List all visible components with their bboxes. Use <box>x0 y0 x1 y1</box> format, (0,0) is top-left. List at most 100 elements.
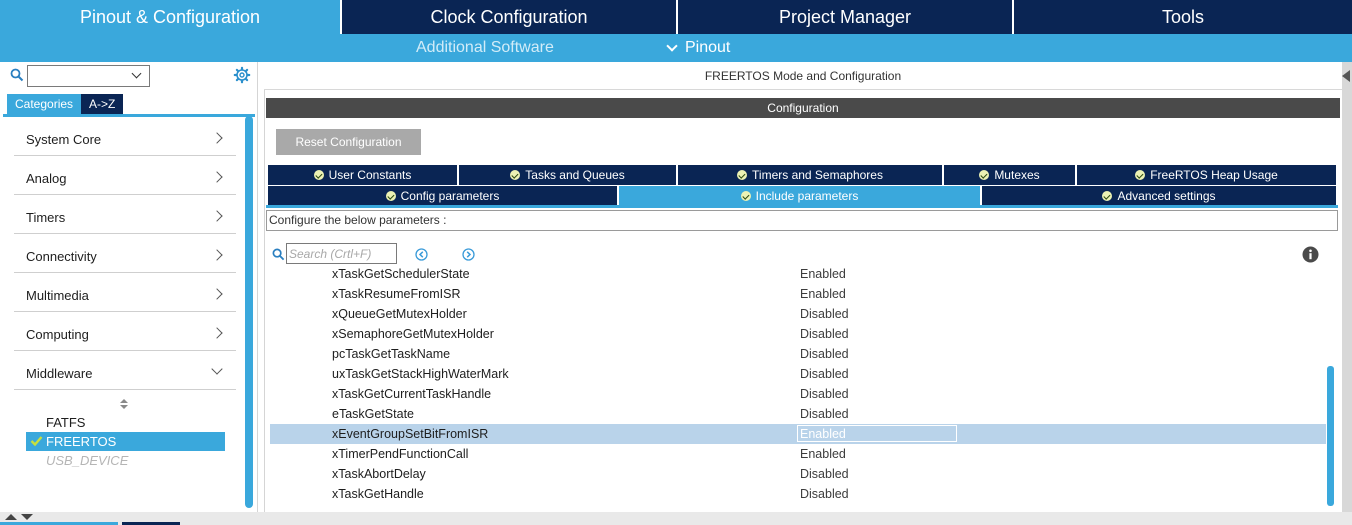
middleware-item-fatfs[interactable]: FATFS <box>26 413 225 432</box>
category-middleware[interactable]: Middleware <box>14 351 236 390</box>
parameter-row[interactable]: uxTaskGetStackHighWaterMark Disabled <box>270 364 1326 384</box>
tab-categories[interactable]: Categories <box>7 94 82 114</box>
parameter-value[interactable]: Disabled <box>800 367 849 381</box>
parameter-scrollbar[interactable] <box>1327 366 1334 506</box>
parameter-row[interactable]: xTaskGetCurrentTaskHandle Disabled <box>270 384 1326 404</box>
collapse-arrow-icon[interactable] <box>1342 70 1350 82</box>
reset-configuration-button[interactable]: Reset Configuration <box>276 129 421 155</box>
sort-icon[interactable] <box>119 398 129 410</box>
category-label: Connectivity <box>26 249 97 264</box>
parameter-name: eTaskGetState <box>332 407 414 421</box>
middleware-item-freertos[interactable]: FREERTOS <box>26 432 225 451</box>
info-icon[interactable] <box>1302 246 1319 263</box>
top-tab-bar: Pinout & Configuration Clock Configurati… <box>0 0 1352 34</box>
parameter-row[interactable]: xSemaphoreGetMutexHolder Disabled <box>270 324 1326 344</box>
additional-software-menu[interactable]: Additional Software <box>416 34 554 62</box>
parameter-row[interactable]: xTaskGetSchedulerState Enabled <box>270 264 1326 284</box>
category-label: Analog <box>26 171 67 186</box>
parameter-value[interactable]: Disabled <box>800 387 849 401</box>
left-scrollbar[interactable] <box>245 116 253 508</box>
check-icon <box>30 436 43 447</box>
tab-advanced-settings[interactable]: Advanced settings <box>982 186 1336 206</box>
check-icon <box>737 170 748 180</box>
parameter-row[interactable]: xTaskResumeFromISR Enabled <box>270 284 1326 304</box>
parameter-value[interactable]: Enabled <box>800 267 846 281</box>
parameter-search-input[interactable] <box>286 243 397 264</box>
category-list: System Core Analog Timers Connectivity M… <box>14 117 236 390</box>
parameter-name: xTaskResumeFromISR <box>332 287 461 301</box>
tab-clock-configuration[interactable]: Clock Configuration <box>342 0 678 34</box>
parameter-value[interactable]: Enabled <box>800 287 846 301</box>
chevron-right-icon <box>211 288 223 300</box>
circle-chevron-right-icon[interactable] <box>462 248 475 261</box>
tab-user-constants[interactable]: User Constants <box>268 165 459 185</box>
tab-freertos-heap-usage[interactable]: FreeRTOS Heap Usage <box>1077 165 1336 185</box>
parameter-value[interactable]: Disabled <box>800 467 849 481</box>
category-label: Computing <box>26 327 89 342</box>
parameter-value[interactable]: Disabled <box>800 407 849 421</box>
parameter-row-selected[interactable]: xEventGroupSetBitFromISR Enabled <box>270 424 1326 444</box>
tab-config-parameters[interactable]: Config parameters <box>268 186 619 206</box>
parameter-name: xTaskAbortDelay <box>332 467 426 481</box>
check-icon <box>1135 170 1146 180</box>
chevron-down-icon <box>666 40 678 52</box>
middleware-item-label: FATFS <box>46 415 86 430</box>
tab-label: User Constants <box>328 168 412 182</box>
parameter-value[interactable]: Disabled <box>800 347 849 361</box>
tab-project-manager[interactable]: Project Manager <box>678 0 1014 34</box>
middleware-item-label: USB_DEVICE <box>46 453 129 468</box>
category-timers[interactable]: Timers <box>14 195 236 234</box>
category-label: System Core <box>26 132 102 147</box>
parameter-name: xTaskGetHandle <box>332 487 424 501</box>
chevron-down-icon <box>211 363 223 375</box>
sub-menu-bar: Additional Software Pinout <box>0 34 1352 62</box>
middleware-item-usb-device[interactable]: USB_DEVICE <box>26 451 225 470</box>
parameter-row[interactable]: pcTaskGetTaskName Disabled <box>270 344 1326 364</box>
panel-collapse-strip[interactable] <box>1342 62 1352 512</box>
check-icon <box>510 170 521 180</box>
category-filter-select[interactable] <box>27 65 150 87</box>
tab-label: Include parameters <box>755 189 859 203</box>
category-label: Timers <box>26 210 66 225</box>
gear-icon[interactable] <box>233 66 251 84</box>
category-connectivity[interactable]: Connectivity <box>14 234 236 273</box>
parameter-value-dropdown[interactable]: Enabled <box>797 425 957 442</box>
tab-mutexes[interactable]: Mutexes <box>944 165 1077 185</box>
tab-tools[interactable]: Tools <box>1014 0 1352 34</box>
tab-tasks-and-queues[interactable]: Tasks and Queues <box>459 165 678 185</box>
category-label: Multimedia <box>26 288 89 303</box>
category-multimedia[interactable]: Multimedia <box>14 273 236 312</box>
circle-chevron-left-icon[interactable] <box>415 248 428 261</box>
pinout-menu[interactable]: Pinout <box>664 34 730 62</box>
category-analog[interactable]: Analog <box>14 156 236 195</box>
configure-hint: Configure the below parameters : <box>266 210 1338 231</box>
parameter-row[interactable]: eTaskGetState Disabled <box>270 404 1326 424</box>
tab-include-parameters[interactable]: Include parameters <box>619 186 982 206</box>
parameter-value[interactable]: Disabled <box>800 327 849 341</box>
parameter-name: xTimerPendFunctionCall <box>332 447 469 461</box>
configuration-header: Configuration <box>266 98 1340 118</box>
parameter-row[interactable]: xQueueGetMutexHolder Disabled <box>270 304 1326 324</box>
tab-timers-and-semaphores[interactable]: Timers and Semaphores <box>678 165 944 185</box>
tab-a-to-z[interactable]: A->Z <box>81 94 124 114</box>
parameter-name: pcTaskGetTaskName <box>332 347 451 361</box>
parameter-name: xTaskGetCurrentTaskHandle <box>332 387 492 401</box>
parameter-value[interactable]: Disabled <box>800 487 849 501</box>
parameter-row[interactable]: xTaskGetHandle Disabled <box>270 484 1326 504</box>
parameter-name: xQueueGetMutexHolder <box>332 307 467 321</box>
search-icon[interactable] <box>10 68 24 82</box>
parameter-row[interactable]: xTimerPendFunctionCall Enabled <box>270 444 1326 464</box>
tab-label: Config parameters <box>400 189 500 203</box>
parameter-value[interactable]: Enabled <box>800 447 846 461</box>
parameter-value[interactable]: Disabled <box>800 307 849 321</box>
parameter-row[interactable]: xTaskAbortDelay Disabled <box>270 464 1326 484</box>
bottom-panel-strip <box>0 512 1352 525</box>
panel-toggle-arrows-icon[interactable] <box>4 513 36 521</box>
category-system-core[interactable]: System Core <box>14 117 236 156</box>
search-icon[interactable] <box>272 248 285 261</box>
chevron-right-icon <box>211 171 223 183</box>
tab-pinout-configuration[interactable]: Pinout & Configuration <box>0 0 342 34</box>
tab-label: FreeRTOS Heap Usage <box>1150 168 1278 182</box>
category-computing[interactable]: Computing <box>14 312 236 351</box>
check-icon <box>1102 191 1113 201</box>
